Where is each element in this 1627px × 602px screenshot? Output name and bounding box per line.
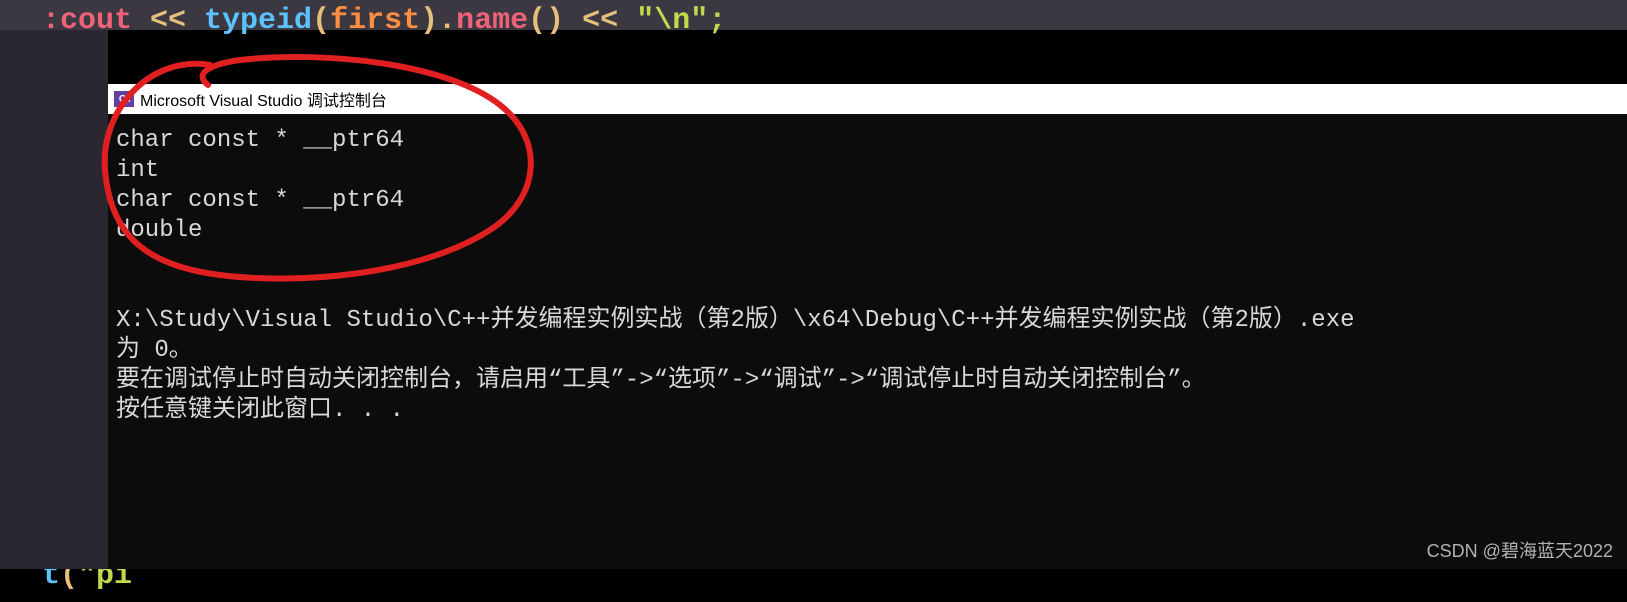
editor-gutter [0, 0, 108, 569]
debug-console-window[interactable]: C:\ Microsoft Visual Studio 调试控制台 char c… [108, 84, 1627, 569]
console-line: 为 0。 [116, 337, 193, 364]
code-token: () [528, 4, 564, 38]
code-token: << [564, 4, 636, 38]
code-token: name [456, 4, 528, 38]
code-token: << [132, 4, 204, 38]
code-token: first [330, 4, 420, 38]
code-token: . [438, 4, 456, 38]
console-line: double [116, 217, 202, 244]
console-icon: C:\ [114, 91, 134, 107]
console-line: char const * __ptr64 [116, 187, 404, 214]
code-token: ( [312, 4, 330, 38]
console-titlebar[interactable]: C:\ Microsoft Visual Studio 调试控制台 [108, 84, 1627, 114]
watermark: CSDN @碧海蓝天2022 [1427, 537, 1613, 563]
console-line: X:\Study\Visual Studio\C++并发编程实例实战（第2版）\… [116, 307, 1355, 334]
code-token: :cout [42, 4, 132, 38]
console-title: Microsoft Visual Studio 调试控制台 [140, 87, 387, 111]
code-token: "\n"; [636, 4, 726, 38]
editor-code-line-top: :cout << typeid(first).name() << "\n"; [0, 0, 1627, 30]
console-line: 按任意键关闭此窗口. . . [116, 397, 404, 424]
console-line: 要在调试停止时自动关闭控制台，请启用“工具”->“选项”->“调试”->“调试停… [116, 367, 1206, 394]
console-line: char const * __ptr64 [116, 127, 404, 154]
code-token: typeid [204, 4, 312, 38]
console-line: int [116, 157, 159, 184]
code-token: ) [420, 4, 438, 38]
console-output[interactable]: char const * __ptr64 int char const * __… [108, 114, 1627, 426]
